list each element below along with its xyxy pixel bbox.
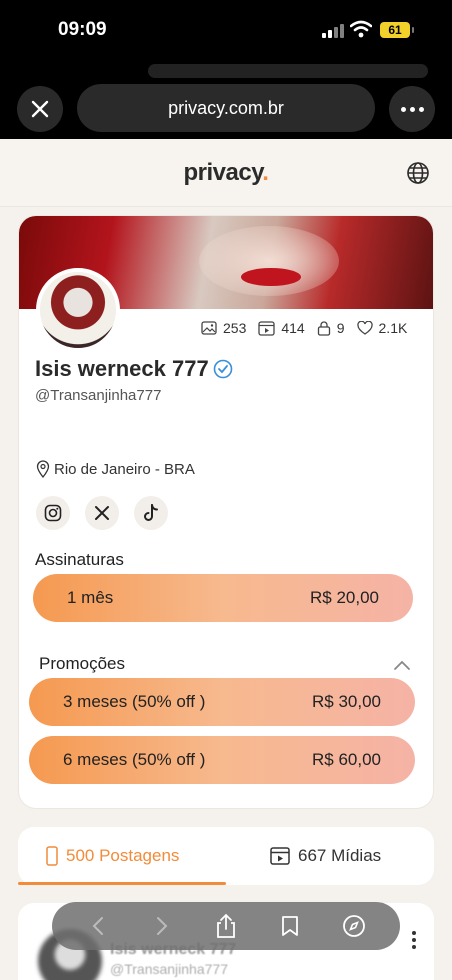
chevron-left-icon bbox=[92, 917, 103, 935]
site-header: privacy. bbox=[0, 139, 452, 207]
avatar[interactable] bbox=[36, 268, 120, 352]
post-author-handle: @Transanjinha777 bbox=[110, 961, 228, 977]
promotion-plan-6-months[interactable]: 6 meses (50% off ) R$ 60,00 bbox=[29, 736, 415, 784]
more-options-button[interactable] bbox=[389, 86, 435, 132]
active-tab-indicator bbox=[18, 882, 226, 885]
subscription-plan-1-month[interactable]: 1 mês R$ 20,00 bbox=[33, 574, 413, 622]
browser-bottom-bar bbox=[52, 902, 400, 950]
tabs-button[interactable] bbox=[340, 912, 368, 940]
bookmarks-button[interactable] bbox=[276, 912, 304, 940]
wifi-icon bbox=[350, 20, 372, 38]
location-pin-icon bbox=[36, 460, 50, 478]
share-icon bbox=[217, 913, 235, 938]
promotion-plan-3-months[interactable]: 3 meses (50% off ) R$ 30,00 bbox=[29, 678, 415, 726]
post-options-icon[interactable] bbox=[412, 931, 416, 949]
compass-icon bbox=[343, 915, 365, 937]
tab-posts[interactable]: 500 Postagens bbox=[46, 827, 179, 885]
bookmark-icon bbox=[282, 916, 298, 936]
share-button[interactable] bbox=[212, 912, 240, 940]
profile-stats: 253 414 9 2.1K bbox=[201, 320, 407, 336]
heart-icon bbox=[356, 321, 373, 335]
instagram-icon bbox=[44, 504, 62, 522]
verified-badge-icon bbox=[213, 359, 232, 379]
image-icon bbox=[201, 321, 217, 335]
lock-icon bbox=[317, 320, 330, 336]
promotions-title: Promoções bbox=[39, 654, 125, 673]
instagram-link[interactable] bbox=[36, 496, 70, 530]
likes-count: 2.1K bbox=[356, 320, 407, 336]
tab-media[interactable]: 667 Mídias bbox=[270, 827, 381, 885]
phone-icon bbox=[46, 846, 58, 866]
close-tab-button[interactable] bbox=[17, 86, 63, 132]
tiktok-icon bbox=[144, 504, 158, 521]
x-link[interactable] bbox=[85, 496, 119, 530]
background-blur bbox=[148, 64, 428, 78]
status-bar: 09:09 61 bbox=[0, 0, 452, 62]
video-icon bbox=[258, 320, 276, 336]
content-tabs: 500 Postagens 667 Mídias bbox=[18, 827, 434, 885]
chevron-right-icon bbox=[157, 917, 168, 935]
profile-card: 253 414 9 2.1K Isis werneck 777 @Transan… bbox=[18, 215, 434, 809]
forward-button[interactable] bbox=[148, 912, 176, 940]
cellular-signal-icon bbox=[322, 24, 344, 38]
globe-icon[interactable] bbox=[406, 161, 430, 185]
tiktok-link[interactable] bbox=[134, 496, 168, 530]
photos-count: 253 bbox=[201, 320, 246, 336]
battery-indicator: 61 bbox=[380, 22, 414, 38]
x-icon bbox=[95, 506, 109, 520]
subscriptions-title: Assinaturas bbox=[35, 550, 124, 569]
locked-count: 9 bbox=[317, 320, 345, 336]
ellipsis-icon bbox=[400, 106, 424, 112]
browser-toolbar: privacy.com.br bbox=[0, 62, 452, 139]
url-bar[interactable]: privacy.com.br bbox=[77, 84, 375, 132]
web-page: privacy. 253 414 9 2.1K Isis werneck 777… bbox=[0, 139, 452, 980]
social-links bbox=[36, 496, 168, 530]
status-time: 09:09 bbox=[58, 19, 107, 40]
profile-handle: @Transanjinha777 bbox=[35, 387, 162, 404]
video-icon bbox=[270, 847, 290, 865]
profile-location: Rio de Janeiro - BRA bbox=[36, 460, 195, 478]
back-button[interactable] bbox=[84, 912, 112, 940]
videos-count: 414 bbox=[258, 320, 305, 336]
privacy-logo[interactable]: privacy. bbox=[0, 159, 452, 187]
close-icon bbox=[31, 100, 49, 118]
profile-name: Isis werneck 777 bbox=[35, 356, 233, 382]
chevron-up-icon[interactable] bbox=[393, 659, 411, 671]
